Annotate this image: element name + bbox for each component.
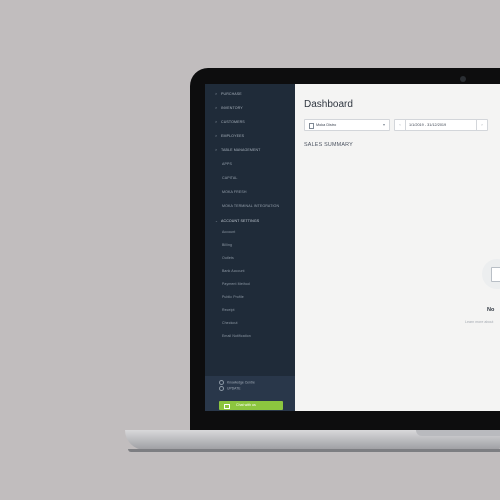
update-link[interactable]: UPDATE	[219, 386, 241, 391]
empty-state-title: No	[487, 307, 495, 313]
knowledge-centre-link[interactable]: Knowledge Centre	[219, 380, 255, 385]
sidebar-subitem-account[interactable]: Account	[222, 230, 235, 234]
chat-icon	[224, 404, 230, 409]
sidebar-subitem-checkout[interactable]: Checkout	[222, 321, 238, 325]
laptop-notch	[416, 430, 500, 436]
sidebar-subitem-email-notification[interactable]: Email Notification	[222, 334, 251, 338]
document-icon	[491, 267, 500, 282]
laptop-base-edge	[128, 449, 500, 452]
date-range-picker[interactable]: ‹ 1/1/2019 - 31/12/2019 ›	[394, 119, 488, 131]
next-date-button[interactable]: ›	[476, 120, 487, 130]
help-icon	[219, 380, 224, 385]
app-screen: > PURCHASE > INVENTORY > CUSTOMERS > EMPLOYE…	[205, 84, 500, 411]
main-content: Dashboard Moka Distro ▾ ‹ 1/1/2019 - 31/…	[295, 84, 500, 411]
sidebar: > PURCHASE > INVENTORY > CUSTOMERS > EMPLOYE…	[205, 84, 295, 411]
sidebar-item-moka-fresh[interactable]: MOKA FRESH	[222, 190, 247, 194]
store-icon	[309, 123, 314, 129]
sidebar-subitem-receipt[interactable]: Receipt	[222, 308, 235, 312]
empty-state-link[interactable]: Learn more about	[465, 320, 493, 324]
sidebar-item-purchase[interactable]: > PURCHASE	[215, 92, 242, 96]
prev-date-button[interactable]: ‹	[395, 120, 406, 130]
chevron-down-icon: ▾	[382, 122, 385, 127]
sidebar-item-apps[interactable]: APPS	[222, 162, 232, 166]
chat-button[interactable]: Chat with us	[219, 401, 283, 410]
sidebar-subitem-billing[interactable]: Billing	[222, 243, 232, 247]
sidebar-item-inventory[interactable]: > INVENTORY	[215, 106, 243, 110]
sidebar-item-moka-terminal[interactable]: MOKA TERMINAL INTEGRATION	[222, 204, 279, 208]
page-title: Dashboard	[304, 99, 353, 110]
camera-icon	[460, 76, 466, 82]
sidebar-item-capital[interactable]: CAPITAL	[222, 176, 237, 180]
sidebar-item-employees[interactable]: > EMPLOYEES	[215, 134, 244, 138]
sidebar-subitem-public-profile[interactable]: Public Profile	[222, 295, 244, 299]
sidebar-subitem-bank-account[interactable]: Bank Account	[222, 269, 245, 273]
outlet-select[interactable]: Moka Distro ▾	[304, 119, 390, 131]
info-icon	[219, 386, 224, 391]
sidebar-item-table-management[interactable]: > TABLE MANAGEMENT	[215, 148, 260, 152]
sidebar-subitem-payment-method[interactable]: Payment Method	[222, 282, 250, 286]
sidebar-item-customers[interactable]: > CUSTOMERS	[215, 120, 245, 124]
section-title: SALES SUMMARY	[304, 142, 353, 148]
sidebar-item-account-settings[interactable]: ⌄ ACCOUNT SETTINGS	[215, 219, 259, 223]
sidebar-subitem-outlets[interactable]: Outlets	[222, 256, 234, 260]
